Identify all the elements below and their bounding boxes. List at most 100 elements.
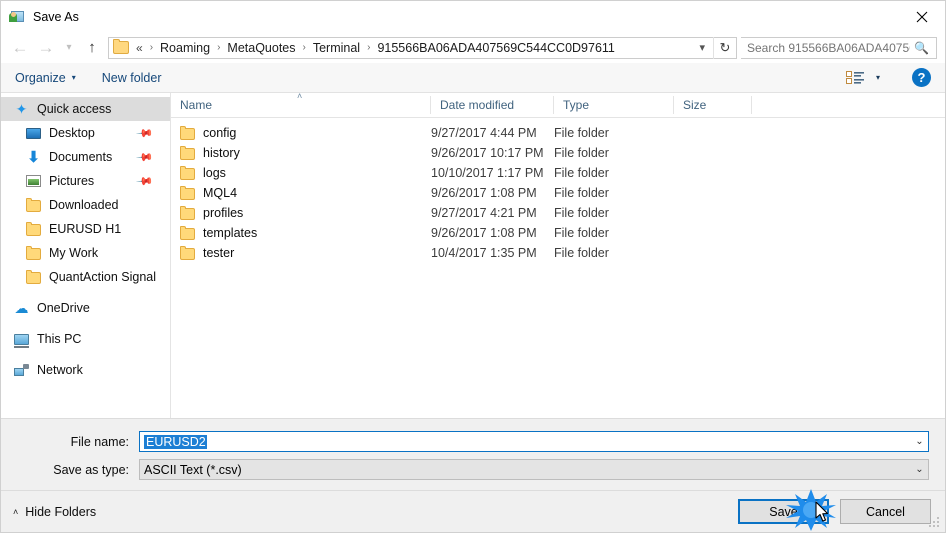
new-folder-button[interactable]: New folder	[102, 71, 162, 85]
breadcrumb-item-metaquotes[interactable]: MetaQuotes	[225, 41, 297, 55]
sidebar-item-quantaction-signal[interactable]: QuantAction Signal	[1, 265, 170, 289]
file-name-input[interactable]: EURUSD2 ⌄	[139, 431, 929, 452]
forward-button[interactable]: →	[33, 36, 59, 60]
sidebar-item-quick-access[interactable]: ✦ Quick access	[1, 97, 170, 121]
file-date: 9/26/2017 10:17 PM	[431, 146, 544, 160]
sidebar-item-my-work[interactable]: My Work	[1, 241, 170, 265]
file-name: config	[203, 126, 237, 140]
search-icon[interactable]: 🔍	[912, 41, 936, 55]
save-as-type-select[interactable]: ASCII Text (*.csv) ⌄	[139, 459, 929, 480]
folder-icon	[180, 166, 195, 180]
title-bar: Save As	[1, 1, 945, 32]
folder-icon	[180, 126, 195, 140]
breadcrumb-separator: ›	[149, 42, 154, 53]
address-bar[interactable]: « › Roaming › MetaQuotes › Terminal › 91…	[108, 36, 737, 59]
pin-icon[interactable]: 📌	[136, 172, 155, 190]
command-toolbar: Organize ▾ New folder ▾ ?	[1, 63, 945, 93]
table-row[interactable]: history 9/26/2017 10:17 PM File folder	[171, 143, 945, 163]
table-row[interactable]: templates 9/26/2017 1:08 PM File folder	[171, 223, 945, 243]
view-layout-icon	[845, 70, 864, 84]
back-button[interactable]: ←	[7, 36, 33, 60]
column-header-date-modified[interactable]: Date modified	[431, 96, 554, 114]
file-type: File folder	[554, 166, 609, 180]
sort-ascending-icon: ˄	[297, 91, 303, 101]
sidebar-item-desktop[interactable]: Desktop 📌	[1, 121, 170, 145]
back-arrow-icon: ←	[11, 38, 29, 57]
desktop-icon	[25, 125, 42, 141]
sidebar-item-this-pc[interactable]: This PC	[1, 327, 170, 351]
column-header-name[interactable]: Name ˄	[171, 91, 431, 114]
file-type: File folder	[554, 246, 609, 260]
chevron-up-icon: ˄	[13, 506, 19, 517]
folder-icon	[113, 39, 129, 54]
breadcrumb-item-terminal[interactable]: Terminal	[311, 41, 362, 55]
folder-icon	[25, 221, 42, 237]
breadcrumb-overflow[interactable]: «	[134, 41, 145, 55]
close-icon[interactable]	[899, 1, 945, 32]
pin-icon[interactable]: 📌	[136, 148, 155, 166]
file-name-value: EURUSD2	[144, 434, 207, 449]
chevron-down-icon[interactable]: ▾	[695, 41, 713, 54]
table-row[interactable]: profiles 9/27/2017 4:21 PM File folder	[171, 203, 945, 223]
file-type: File folder	[554, 186, 609, 200]
chevron-down-icon[interactable]: ⌄	[911, 464, 928, 475]
file-name: tester	[203, 246, 235, 260]
sidebar-item-eurusd-h1[interactable]: EURUSD H1	[1, 217, 170, 241]
organize-button[interactable]: Organize ▾	[15, 71, 76, 85]
search-box[interactable]: 🔍	[741, 36, 937, 59]
search-input[interactable]	[741, 39, 913, 56]
new-folder-label: New folder	[101, 70, 162, 85]
recent-locations-button[interactable]: ▾	[59, 36, 79, 60]
chevron-down-icon[interactable]: ⌄	[911, 436, 928, 447]
column-headers: Name ˄ Date modified Type Size	[171, 91, 945, 118]
sidebar-item-documents[interactable]: ⬇ Documents 📌	[1, 145, 170, 169]
file-type: File folder	[554, 206, 609, 220]
file-name: logs	[203, 166, 226, 180]
column-header-type[interactable]: Type	[554, 96, 674, 114]
file-name: MQL4	[203, 186, 238, 200]
sidebar-item-downloaded[interactable]: Downloaded	[1, 193, 170, 217]
organize-label: Organize	[15, 70, 66, 85]
file-date: 10/4/2017 1:35 PM	[431, 246, 537, 260]
table-row[interactable]: config 9/27/2017 4:44 PM File folder	[171, 123, 945, 143]
sidebar-item-label: Network	[37, 363, 83, 377]
cancel-button[interactable]: Cancel	[840, 499, 931, 524]
sidebar-item-label: My Work	[49, 246, 99, 260]
network-icon	[13, 362, 30, 378]
file-date: 9/26/2017 1:08 PM	[431, 186, 537, 200]
breadcrumb-item-terminal-id[interactable]: 915566BA06ADA407569C544CC0D97611	[375, 41, 616, 55]
chevron-down-icon: ▾	[71, 73, 76, 82]
up-button[interactable]: ↑	[79, 36, 105, 60]
save-as-type-value: ASCII Text (*.csv)	[144, 462, 242, 477]
table-row[interactable]: logs 10/10/2017 1:17 PM File folder	[171, 163, 945, 183]
refresh-icon[interactable]: ↻	[713, 36, 736, 59]
resize-grip[interactable]	[929, 517, 941, 529]
forward-arrow-icon: →	[37, 38, 55, 57]
save-button[interactable]: Save	[738, 499, 829, 524]
save-as-type-label: Save as type:	[53, 462, 129, 477]
column-header-size[interactable]: Size	[674, 96, 752, 114]
pictures-icon	[25, 173, 42, 189]
file-name: profiles	[203, 206, 244, 220]
breadcrumb-separator: ›	[367, 42, 371, 53]
file-date: 10/10/2017 1:17 PM	[431, 166, 544, 180]
sidebar-item-network[interactable]: Network	[1, 358, 170, 382]
table-row[interactable]: tester 10/4/2017 1:35 PM File folder	[171, 243, 945, 263]
this-pc-icon	[13, 331, 30, 348]
star-icon: ✦	[15, 101, 28, 117]
sidebar-item-onedrive[interactable]: ☁ OneDrive	[1, 296, 170, 320]
help-icon[interactable]: ?	[912, 68, 931, 87]
navigation-bar: ← → ▾ ↑ « › Roaming › MetaQuotes › Termi…	[1, 32, 945, 63]
breadcrumb-item-roaming[interactable]: Roaming	[158, 41, 212, 55]
hide-folders-button[interactable]: ˄ Hide Folders	[13, 505, 96, 519]
table-row[interactable]: MQL4 9/26/2017 1:08 PM File folder	[171, 183, 945, 203]
view-layout-button[interactable]: ▾	[845, 70, 880, 85]
sidebar-item-pictures[interactable]: Pictures 📌	[1, 169, 170, 193]
file-date: 9/27/2017 4:44 PM	[431, 126, 537, 140]
file-date: 9/27/2017 4:21 PM	[431, 206, 537, 220]
save-as-icon	[9, 9, 25, 25]
pin-icon[interactable]: 📌	[136, 124, 155, 142]
folder-icon	[25, 269, 42, 285]
dialog-body: ✦ Quick access Desktop 📌 ⬇ Documents 📌 P…	[1, 91, 945, 418]
file-type: File folder	[554, 226, 609, 240]
